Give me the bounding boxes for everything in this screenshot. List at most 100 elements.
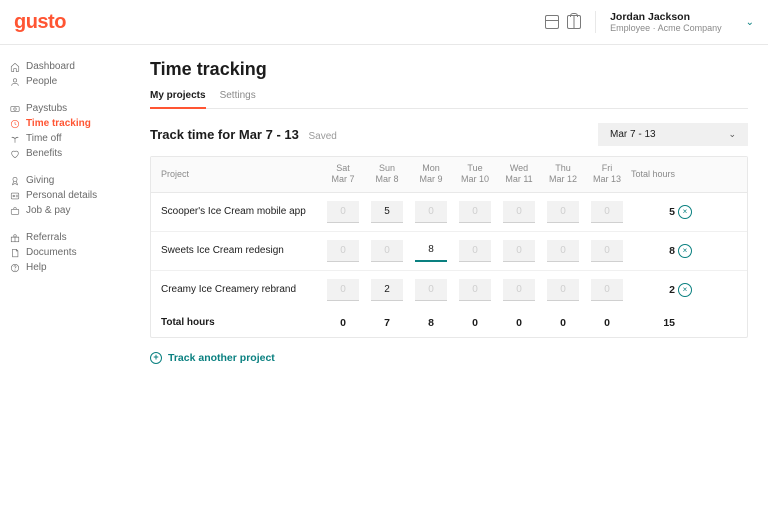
day-total: 0 [541,317,585,329]
money-icon [10,104,20,114]
sidebar-item-label: Documents [26,247,77,258]
day-column-header: SatMar 7 [321,163,365,186]
hours-input[interactable] [327,201,359,223]
day-column-header: FriMar 13 [585,163,629,186]
brand-logo: gusto [14,11,66,34]
table-row: Scooper's Ice Cream mobile app 5× [151,193,747,232]
project-name: Creamy Ice Creamery rebrand [161,284,321,295]
row-total: 2 [629,284,675,296]
sidebar-item-personal-details[interactable]: Personal details [10,188,120,203]
day-total: 0 [453,317,497,329]
day-total: 0 [321,317,365,329]
sidebar-item-dashboard[interactable]: Dashboard [10,59,120,74]
hours-input[interactable] [371,201,403,223]
saved-status: Saved [308,131,336,142]
hours-input[interactable] [327,240,359,262]
sidebar-item-time-tracking[interactable]: Time tracking [10,116,120,131]
chevron-down-icon: ⌄ [728,129,736,140]
topbar: gusto Jordan Jackson Employee · Acme Com… [0,0,768,45]
sidebar-item-paystubs[interactable]: Paystubs [10,101,120,116]
hours-input[interactable] [547,279,579,301]
hours-input[interactable] [591,201,623,223]
sidebar-item-label: Referrals [26,232,67,243]
home-icon [10,62,20,72]
sidebar-item-job-pay[interactable]: Job & pay [10,203,120,218]
sidebar-item-label: Benefits [26,148,62,159]
hours-input[interactable] [459,279,491,301]
sidebar-item-time-off[interactable]: Time off [10,131,120,146]
sidebar-item-label: People [26,76,57,87]
sidebar-item-label: Time tracking [26,118,91,129]
hours-input[interactable] [327,279,359,301]
briefcase-icon [10,206,20,216]
hours-input[interactable] [415,201,447,223]
hours-input[interactable] [371,240,403,262]
hours-input[interactable] [591,279,623,301]
sidebar-item-giving[interactable]: Giving [10,173,120,188]
row-total: 8 [629,245,675,257]
clock-icon [10,119,20,129]
sidebar-item-label: Time off [26,133,62,144]
sidebar-item-people[interactable]: People [10,74,120,89]
day-column-header: WedMar 11 [497,163,541,186]
day-total: 0 [585,317,629,329]
user-menu[interactable]: Jordan Jackson Employee · Acme Company ⌄ [595,11,754,33]
gift-icon[interactable] [567,15,581,29]
sidebar-item-label: Personal details [26,190,97,201]
project-column-header: Project [161,169,321,179]
sidebar-item-documents[interactable]: Documents [10,245,120,260]
sidebar-item-help[interactable]: Help [10,260,120,275]
help-icon [10,263,20,273]
sidebar-item-benefits[interactable]: Benefits [10,146,120,161]
track-another-project-button[interactable]: + Track another project [150,352,748,364]
hours-input[interactable] [591,240,623,262]
row-total: 5 [629,206,675,218]
hours-input[interactable] [459,240,491,262]
heart-icon [10,149,20,159]
hours-input[interactable] [547,201,579,223]
hours-input[interactable] [503,279,535,301]
track-another-label: Track another project [168,352,275,364]
tab-my-projects[interactable]: My projects [150,90,206,109]
day-column-header: ThuMar 12 [541,163,585,186]
day-total: 7 [365,317,409,329]
sidebar-item-label: Paystubs [26,103,67,114]
date-range-select[interactable]: Mar 7 - 13 ⌄ [598,123,748,146]
day-column-header: SunMar 8 [365,163,409,186]
sidebar-item-label: Job & pay [26,205,70,216]
main-content: Time tracking My projects Settings Track … [130,45,768,508]
person-icon [10,77,20,87]
project-name: Sweets Ice Cream redesign [161,245,321,256]
hours-input[interactable] [415,240,447,262]
day-total: 0 [497,317,541,329]
footer-label: Total hours [161,317,321,328]
card-icon[interactable] [545,15,559,29]
page-title: Time tracking [150,59,748,80]
grand-total: 15 [629,317,675,329]
subhead: Track time for Mar 7 - 13 Saved [150,127,337,142]
delete-row-button[interactable]: × [678,244,692,258]
tab-settings[interactable]: Settings [220,90,256,108]
id-icon [10,191,20,201]
delete-row-button[interactable]: × [678,283,692,297]
day-column-header: TueMar 10 [453,163,497,186]
day-total: 8 [409,317,453,329]
delete-row-button[interactable]: × [678,205,692,219]
hours-input[interactable] [503,240,535,262]
sidebar-item-referrals[interactable]: Referrals [10,230,120,245]
user-role: Employee · Acme Company [610,23,722,33]
sidebar: Dashboard People Paystubs Time tracking Time… [0,45,130,508]
hours-input[interactable] [459,201,491,223]
hours-input[interactable] [415,279,447,301]
time-table: ProjectSatMar 7SunMar 8MonMar 9TueMar 10… [150,156,748,338]
sidebar-item-label: Help [26,262,47,273]
hours-input[interactable] [371,279,403,301]
user-name: Jordan Jackson [610,11,722,23]
sidebar-item-label: Dashboard [26,61,75,72]
hours-input[interactable] [547,240,579,262]
chevron-down-icon: ⌄ [746,17,754,28]
doc-icon [10,248,20,258]
project-name: Scooper's Ice Cream mobile app [161,206,321,217]
hours-input[interactable] [503,201,535,223]
table-row: Sweets Ice Cream redesign 8× [151,232,747,271]
